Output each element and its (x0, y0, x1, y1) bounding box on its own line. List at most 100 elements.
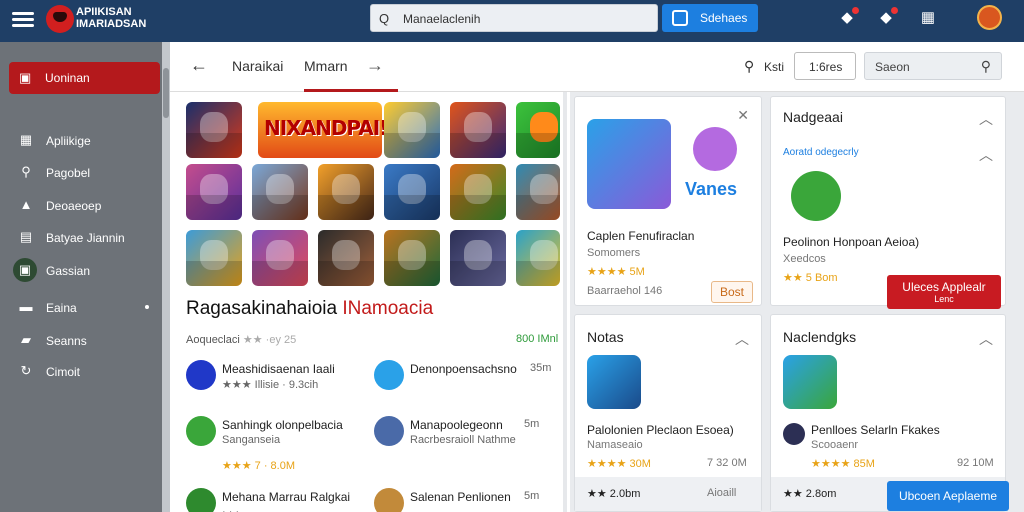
search-button-label: Sdehaes (700, 11, 748, 25)
games-icon: ▣ (13, 258, 37, 282)
list-item[interactable]: Meashidisaenan Iaali ★★★ Illisie · 9.3ci… (186, 360, 366, 404)
card-meta: Baarraehol 146 (587, 285, 663, 297)
list-item[interactable]: Mehana Marrau Ralgkai · · · (186, 488, 366, 512)
featured-card[interactable]: ✕ Vanes Caplen Fenufiraclan Somomers ★★★… (574, 96, 762, 306)
card-subtitle: Namaseaio (587, 439, 643, 451)
list-item[interactable]: Salenan Penlionen 5m (374, 488, 554, 512)
app-desc: Racrbesraioll Nathme (410, 434, 516, 446)
game-tile[interactable] (252, 230, 308, 286)
game-tile[interactable] (186, 230, 242, 286)
game-tile[interactable] (384, 164, 440, 220)
sidebar-item-store[interactable]: ▬ Eaina (12, 297, 157, 319)
character-image (693, 127, 737, 171)
section-count[interactable]: 800 IMnl (516, 333, 558, 345)
boost-button[interactable]: Bost (711, 281, 753, 303)
news-card[interactable]: Nadgeaai ︿ Aoratd odegecrly ︿ Peolinon H… (770, 96, 1006, 309)
app-icon (374, 416, 404, 446)
sidebar-item-search[interactable]: ⚲ Pagobel (12, 162, 157, 184)
chat-icon[interactable]: ◆ (838, 7, 859, 27)
game-tile[interactable] (450, 164, 506, 220)
game-tile[interactable] (318, 164, 374, 220)
game-tile[interactable] (516, 102, 560, 158)
sidebar-item-library[interactable]: ▤ Batyae Jiannin (12, 227, 157, 249)
featured-brand: Vanes (685, 179, 738, 199)
sidebar-item-home[interactable]: ▣ Uoninan (9, 62, 160, 94)
game-tile[interactable] (318, 230, 374, 286)
menu-icon[interactable] (12, 9, 34, 31)
card-rating: ★★★★ 85M (811, 458, 875, 470)
card-title: Nadgeaai (783, 109, 843, 125)
chevron-up-icon[interactable]: ︿ (979, 109, 993, 129)
notification-icon[interactable]: ◆ (877, 7, 898, 27)
sidebar-scrollbar[interactable] (162, 42, 170, 512)
subnav-search-input[interactable]: Saeon ⚲ (864, 52, 1002, 80)
card-rating: ★★★★ 5M (587, 266, 645, 278)
card-rating: ★★ 5 Bom (783, 272, 838, 284)
sidebar-item-downloads[interactable]: ▲ Deoaeoep (12, 195, 157, 217)
card-link[interactable]: Aoratd odegecrly (783, 147, 859, 158)
install-button[interactable]: Ubcoen Aeplaeme (887, 481, 1009, 511)
game-tile[interactable] (384, 102, 440, 158)
tab-active[interactable]: Mmarn (304, 58, 348, 74)
app-card[interactable]: Notas ︿ Palolonien Pleclaon Esoea) Namas… (574, 314, 762, 512)
close-icon[interactable]: ✕ (737, 107, 749, 124)
game-tile[interactable] (516, 230, 560, 286)
app-name: Mehana Marrau Ralgkai (222, 490, 351, 504)
game-tile[interactable] (516, 164, 560, 220)
app-card[interactable]: Naclendgks ︿ Penlloes Selarln Fkakes Sco… (770, 314, 1009, 512)
install-button-sublabel: Lenc (934, 294, 954, 304)
main-content: ← Naraikai Mmarn → ⚲ Ksti 1:6res Saeon ⚲ … (170, 42, 1024, 512)
sidebar-item-games[interactable]: ▣ Gassian (12, 258, 157, 282)
app-brand: APIIKISAN IMARIADSAN (76, 6, 146, 30)
section-title-accent: INamoacia (342, 298, 434, 319)
sidebar-item-apps[interactable]: ▦ Apliikige (12, 130, 157, 152)
search-button[interactable]: Sdehaes (662, 4, 758, 32)
section-rating: ★★ ·ey 25 (242, 334, 297, 346)
sidebar-item-label: Eaina (46, 301, 77, 315)
list-item[interactable]: Sanhingk olonpelbacia Sanganseia (186, 416, 366, 460)
game-tile[interactable] (450, 102, 506, 158)
game-tile[interactable] (186, 102, 242, 158)
subnav-search-placeholder: Saeon (875, 60, 910, 74)
top-bar: APIIKISAN IMARIADSAN Q Manaelaclenih Sde… (0, 0, 1024, 42)
list-item[interactable]: Denonpoensachsno 35m (374, 360, 554, 404)
sidebar-item-label: Batyae Jiannin (46, 231, 125, 245)
install-button[interactable]: Uleces Applealr Lenc (887, 275, 1001, 309)
search-input[interactable]: Q Manaelaclenih (370, 4, 658, 32)
sidebar-item-contact[interactable]: ↻ Cimoit (12, 361, 157, 383)
game-tile[interactable] (252, 164, 308, 220)
game-tile[interactable] (384, 230, 440, 286)
card-title: Naclendgks (783, 329, 857, 345)
brand-line-2: IMARIADSAN (76, 18, 147, 30)
library-icon: ▤ (19, 229, 33, 244)
sidebar-item-label: Deoaeoep (46, 199, 102, 213)
featured-banner[interactable]: NIXANDPAI! (258, 102, 388, 158)
app-size: 5m (524, 418, 540, 430)
app-icon (186, 416, 216, 446)
new-dot-icon (145, 305, 149, 309)
link-icon: ↻ (20, 363, 32, 378)
card-subtitle: Scooaenr (811, 439, 859, 451)
search-icon: ⚲ (980, 58, 991, 74)
scrollbar-thumb[interactable] (163, 68, 169, 118)
card-rating: ★★★★ 30M (587, 458, 651, 470)
grid-icon: ▦ (19, 132, 33, 147)
grid-icon[interactable]: ▦ (919, 9, 937, 27)
game-tile[interactable] (186, 164, 242, 220)
app-icon (186, 360, 216, 390)
chevron-up-icon[interactable]: ︿ (979, 145, 993, 165)
tab-featured[interactable]: Naraikai (232, 58, 283, 74)
app-logo[interactable] (46, 5, 74, 33)
sidebar-item-settings[interactable]: ▰ Seanns (12, 330, 157, 352)
search-icon[interactable]: ⚲ (744, 58, 754, 75)
filter-button[interactable]: 1:6res (794, 52, 856, 80)
list-item[interactable]: Manapoolegeonn Racrbesraioll Nathme 5m (374, 416, 554, 460)
banner-text: NIXANDPAI! (264, 116, 388, 140)
chevron-up-icon[interactable]: ︿ (735, 329, 749, 349)
avatar[interactable] (977, 5, 1002, 30)
forward-arrow-icon[interactable]: → (366, 55, 384, 76)
chevron-up-icon[interactable]: ︿ (979, 329, 993, 349)
back-arrow-icon[interactable]: ← (190, 55, 208, 76)
column-divider (563, 92, 567, 512)
game-tile[interactable] (450, 230, 506, 286)
